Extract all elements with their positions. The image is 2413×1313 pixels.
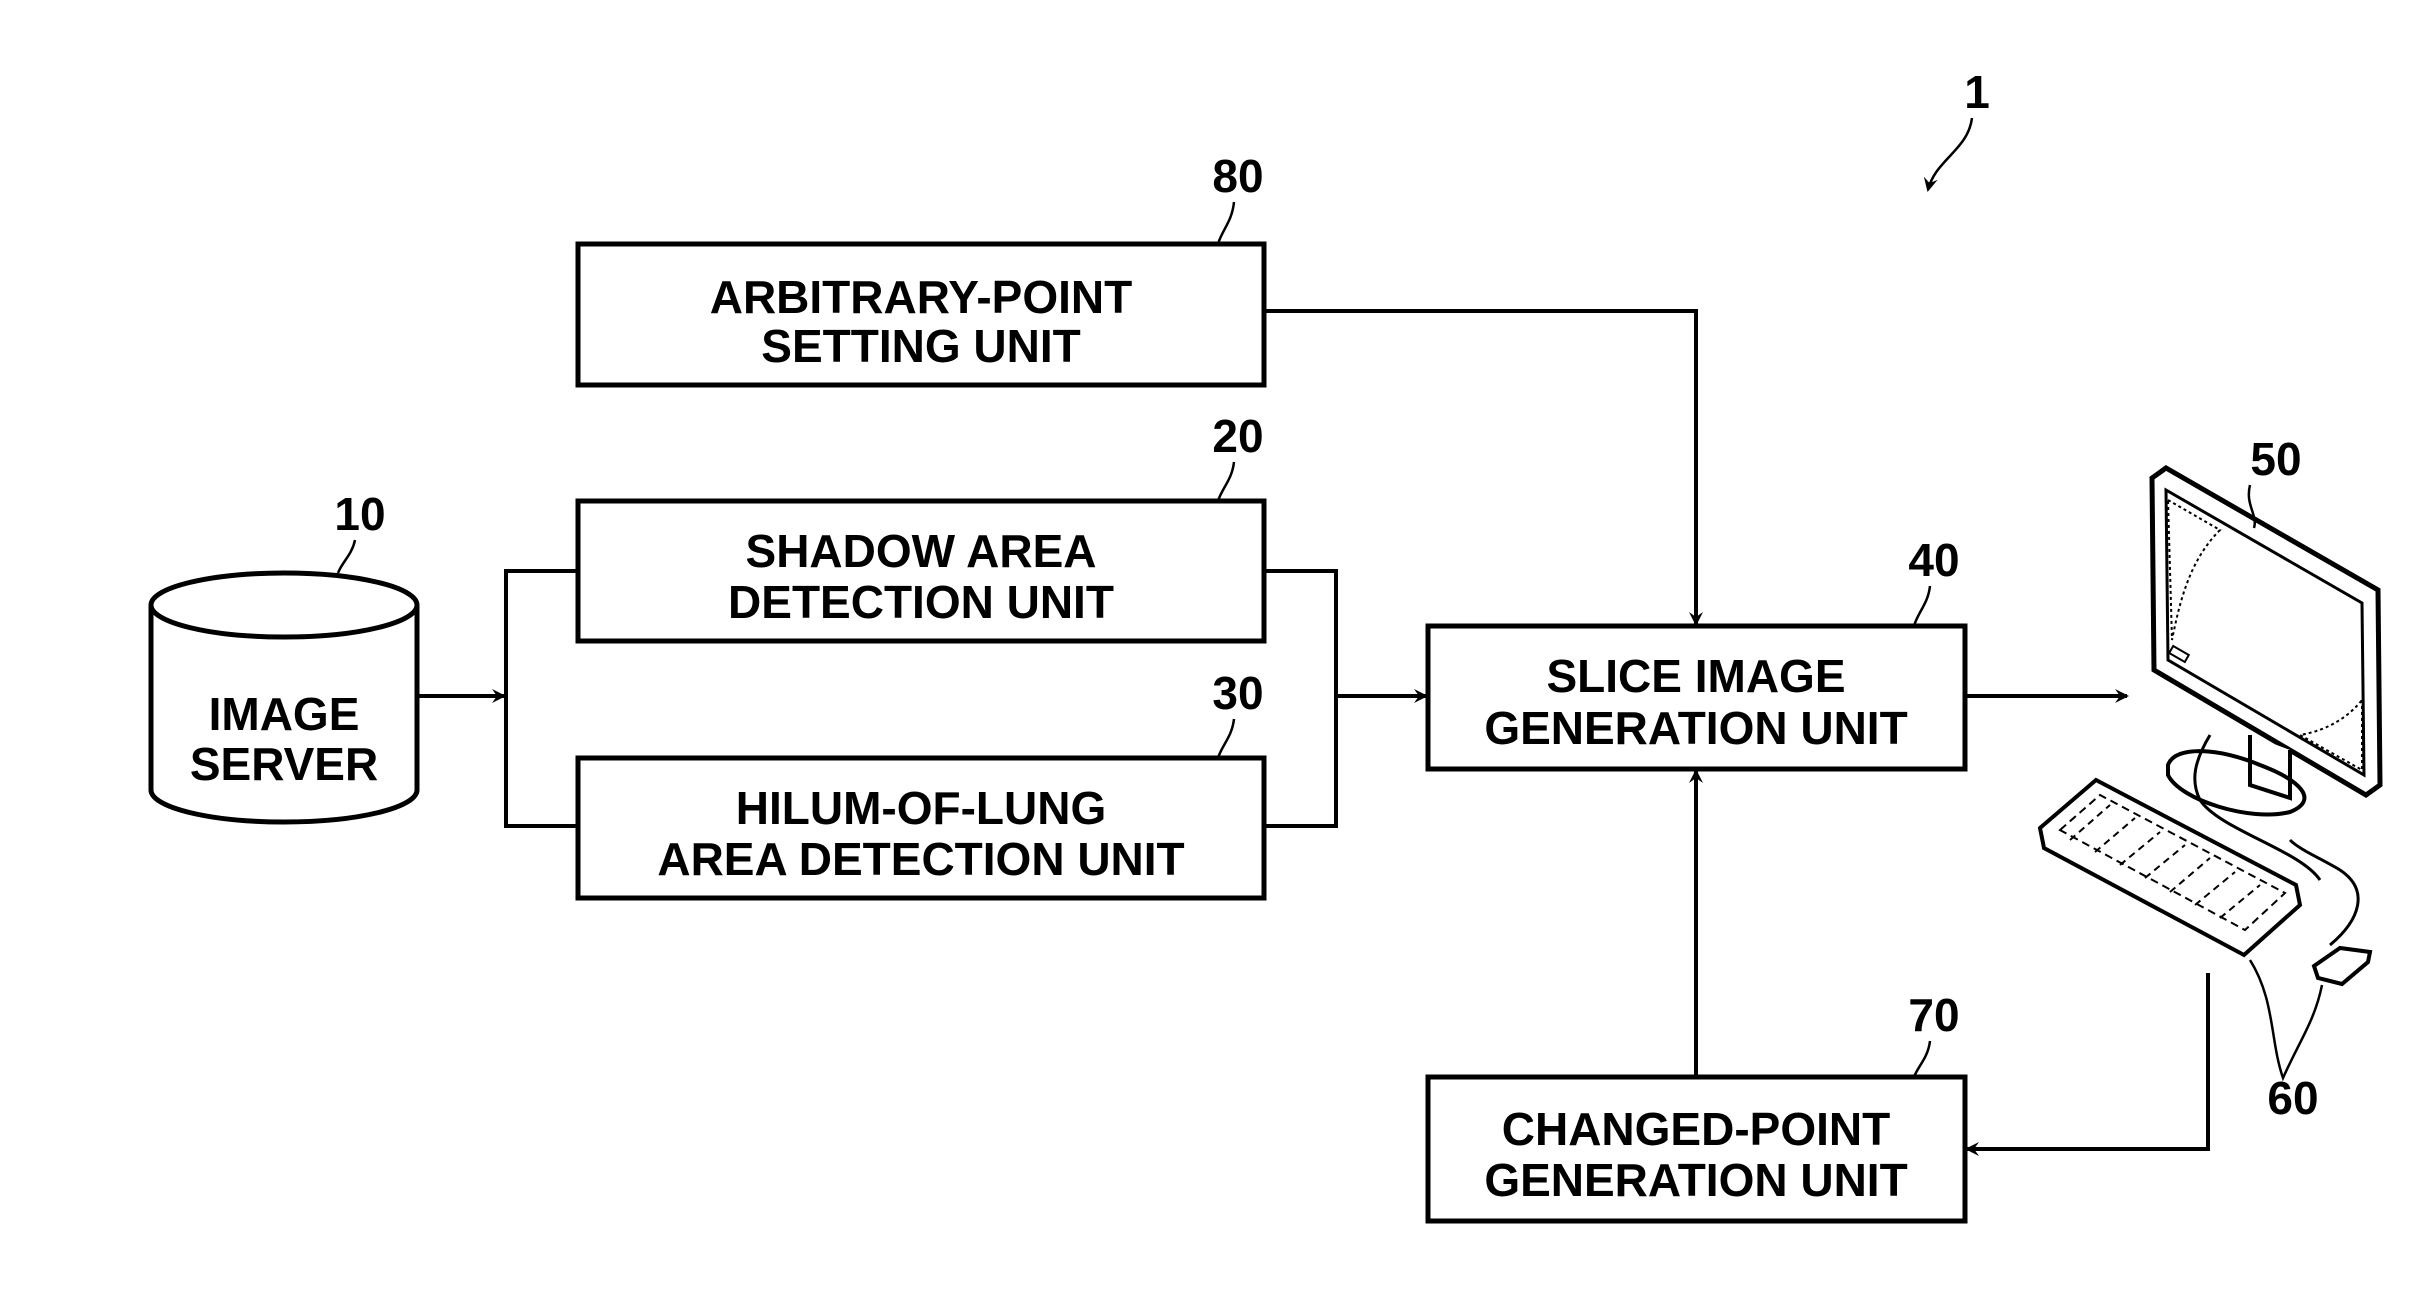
shadow-line1: SHADOW AREA (746, 525, 1097, 577)
edge-input-to-changed (1965, 973, 2210, 1156)
image-server-node: IMAGE SERVER (148, 570, 420, 825)
ref-label-30: 30 (1212, 667, 1263, 719)
ref-label-40: 40 (1908, 534, 1959, 586)
ref-label-70: 70 (1908, 989, 1959, 1041)
slice-line2: GENERATION UNIT (1484, 702, 1907, 754)
leader-10 (336, 539, 357, 574)
changed-line2: GENERATION UNIT (1484, 1154, 1907, 1206)
keyboard-icon (2037, 777, 2303, 958)
output-bracket (1264, 569, 1338, 828)
leader-80 (1216, 201, 1236, 245)
cylinder-top (148, 570, 420, 640)
shadow-line2: DETECTION UNIT (728, 576, 1114, 628)
arbitrary-line2: SETTING UNIT (761, 320, 1080, 372)
edge-arbitrary-to-slice (1264, 309, 1703, 626)
leader-30 (1216, 718, 1236, 759)
arbitrary-line1: ARBITRARY-POINT (710, 271, 1133, 323)
leader-60 (2248, 959, 2324, 1082)
leader-40 (1912, 585, 1932, 627)
ref-label-20: 20 (1212, 410, 1263, 462)
ref-label-10: 10 (334, 488, 385, 540)
changed-line1: CHANGED-POINT (1502, 1103, 1890, 1155)
image-server-line1: IMAGE (209, 688, 360, 740)
input-bracket (504, 569, 578, 828)
slice-line1: SLICE IMAGE (1546, 650, 1845, 702)
block-diagram: 1 IMAGE SERVER 10 ARBITRARY-POINT SETTIN… (148, 66, 2383, 1224)
hilum-line2: AREA DETECTION UNIT (657, 833, 1184, 885)
ref-label-50: 50 (2250, 433, 2301, 485)
leader-70 (1912, 1040, 1932, 1078)
ref-label-80: 80 (1212, 150, 1263, 202)
ref-label-60: 60 (2267, 1072, 2318, 1124)
leader-20 (1216, 461, 1236, 502)
hilum-line1: HILUM-OF-LUNG (736, 782, 1106, 834)
system-ref-label: 1 (1964, 66, 1990, 118)
system-ref-leader (1923, 117, 1974, 192)
monitor-icon (2149, 465, 2383, 881)
image-server-line2: SERVER (190, 738, 378, 790)
